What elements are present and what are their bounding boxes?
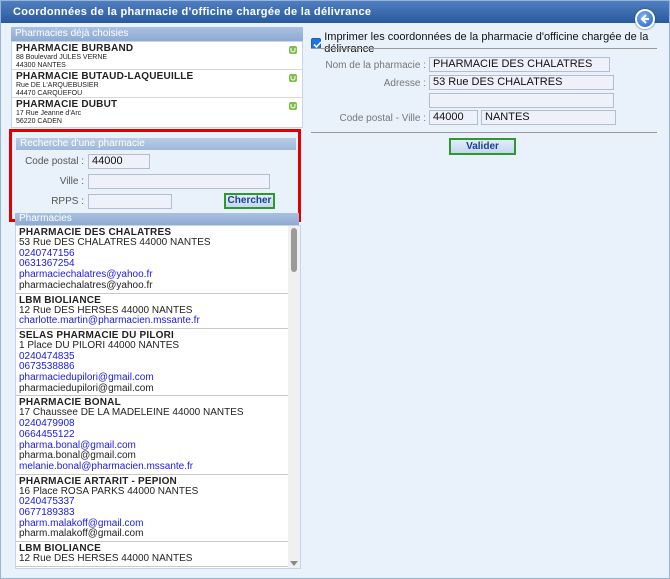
divider-top	[311, 48, 657, 49]
result-address: 12 Rue DES HERSES 44000 NANTES	[19, 553, 193, 565]
validate-button[interactable]: Valider	[449, 138, 516, 155]
chosen-item-line1: Rue DE L'ARQUEBUSIER	[16, 82, 99, 89]
address2-field[interactable]	[429, 93, 614, 108]
chosen-item[interactable]: PHARMACIE BUTAUD-LAQUEUILLE Rue DE L'ARQ…	[12, 70, 302, 98]
print-option[interactable]: Imprimer les coordonnées de la pharmacie…	[311, 31, 669, 55]
result-name: LBM BIOLIANCE	[19, 294, 102, 306]
result-contact: pharm.malakoff@gmail.com	[19, 528, 144, 540]
rpps-row: RPPS : Chercher	[16, 193, 275, 209]
postal-code-input[interactable]: 44000	[88, 154, 150, 169]
pharmacy-name-field[interactable]: PHARMACIE DES CHALATRES	[429, 57, 610, 72]
results-header: Pharmacies	[15, 213, 299, 225]
dialog-title: Coordonnées de la pharmacie d'officine c…	[1, 1, 669, 23]
stethoscope-icon[interactable]	[288, 73, 298, 83]
result-item[interactable]: PHARMACIE DES CHALATRES 53 Rue DES CHALAT…	[16, 226, 288, 294]
rpps-label: RPPS :	[51, 195, 84, 207]
result-contact: pharmaciechalatres@yahoo.fr	[19, 279, 153, 291]
chosen-item-name: PHARMACIE DUBUT	[16, 99, 118, 110]
city-row: Ville :	[16, 174, 270, 189]
postal-city-label: Code postal - Ville :	[339, 113, 426, 124]
chosen-item-name: PHARMACIE BURBAND	[16, 43, 134, 54]
results-list-panel[interactable]: PHARMACIE DES CHALATRES 53 Rue DES CHALAT…	[15, 225, 301, 569]
result-name: PHARMACIE ARTARIT - PEPION	[19, 475, 177, 487]
chosen-item-line2: 56220 CADEN	[16, 118, 62, 125]
chosen-item-line2: 44470 CARQUEFOU	[16, 90, 83, 97]
result-contact-link[interactable]: melanie.bonal@pharmacien.mssante.fr	[19, 461, 285, 473]
print-label: Imprimer les coordonnées de la pharmacie…	[324, 31, 649, 55]
search-inner: Recherche d'une pharmacie Code postal : …	[16, 138, 296, 214]
city-input[interactable]	[88, 174, 270, 189]
search-panel: Recherche d'une pharmacie Code postal : …	[9, 129, 301, 222]
result-contact: pharmaciedupilori@gmail.com	[19, 382, 154, 394]
results-list: PHARMACIE DES CHALATRES 53 Rue DES CHALAT…	[16, 226, 288, 569]
result-item[interactable]: LBM BIOLIANCE 12 Rue DES HERSES 44000 NAN…	[16, 294, 288, 329]
city-label: Ville :	[59, 176, 84, 187]
pharmacy-name-label: Nom de la pharmacie :	[325, 60, 426, 71]
chosen-item-line1: 88 Boulevard JULES VERNE	[16, 54, 108, 61]
search-button[interactable]: Chercher	[224, 193, 275, 209]
scrollbar-thumb[interactable]	[291, 228, 297, 272]
address-label: Adresse :	[383, 78, 426, 89]
rpps-input[interactable]	[88, 193, 172, 209]
result-contact-link[interactable]: 0664455122	[19, 429, 285, 441]
result-item[interactable]: LBM BIOLIANCE 12 Rue DES HERSES 44000 NAN…	[16, 542, 288, 567]
result-item[interactable]: PHARMACIE BONAL 17 Chaussee DE LA MADELEI…	[16, 396, 288, 475]
print-checkbox[interactable]	[311, 37, 322, 49]
chosen-item-line2: 44300 NANTES	[16, 62, 66, 69]
result-contact-link[interactable]: charlotte.martin@pharmacien.mssante.fr	[19, 316, 285, 327]
chosen-item[interactable]: PHARMACIE BURBAND 88 Boulevard JULES VER…	[12, 42, 302, 70]
city-field[interactable]: NANTES	[481, 110, 616, 125]
chosen-header: Pharmacies déjà choisies	[11, 27, 303, 41]
chosen-item-name: PHARMACIE BUTAUD-LAQUEUILLE	[16, 71, 194, 82]
stethoscope-icon[interactable]	[288, 101, 298, 111]
close-back-icon[interactable]	[635, 9, 655, 29]
postal-row: Code postal : 44000	[16, 154, 150, 169]
results-scrollbar[interactable]	[288, 226, 300, 568]
address-field[interactable]: 53 Rue DES CHALATRES	[429, 75, 614, 90]
scroll-down-arrow-icon[interactable]	[290, 561, 298, 566]
chosen-item-line1: 17 Rue Jeanne d'Arc	[16, 110, 82, 117]
chosen-section: Pharmacies déjà choisies	[11, 27, 303, 41]
chosen-item[interactable]: PHARMACIE DUBUT 17 Rue Jeanne d'Arc 5622…	[12, 98, 302, 126]
postal-code-field[interactable]: 44000	[429, 110, 478, 125]
search-header: Recherche d'une pharmacie	[16, 138, 296, 150]
result-item[interactable]: SELAS PHARMACIE DU PILORI 1 Place DU PILO…	[16, 329, 288, 397]
dialog-window: Coordonnées de la pharmacie d'officine c…	[0, 0, 670, 579]
stethoscope-icon[interactable]	[288, 45, 298, 55]
divider-bottom	[311, 132, 657, 133]
result-item[interactable]: PHARMACIE ARTARIT - PEPION 16 Place ROSA …	[16, 475, 288, 543]
postal-label: Code postal :	[25, 156, 84, 167]
chosen-list: PHARMACIE BURBAND 88 Boulevard JULES VER…	[11, 41, 303, 128]
result-name: LA PHARMACIE DE TOUTES AIDES	[19, 568, 285, 569]
result-item[interactable]: LA PHARMACIE DE TOUTES AIDES	[16, 567, 288, 569]
